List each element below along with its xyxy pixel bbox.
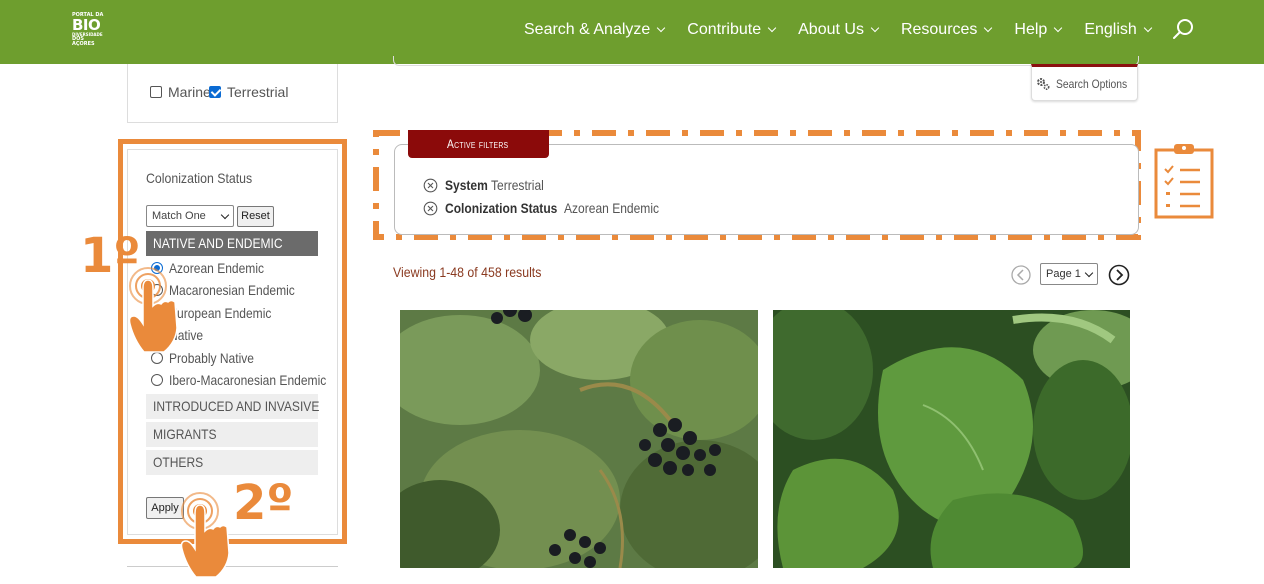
top-navbar: PORTAL DA BIO DIVERSIDADE DOS AÇORES Sea…	[0, 0, 1264, 64]
search-icon[interactable]	[1172, 18, 1194, 40]
filter-value: Terrestrial	[490, 177, 544, 193]
page-select-value: Page 1	[1046, 268, 1081, 280]
chevron-down-icon	[1084, 268, 1094, 278]
menu-label: Contribute	[687, 21, 762, 38]
menu-about-us[interactable]: About Us	[798, 21, 880, 39]
menu-label: Search & Analyze	[524, 21, 651, 38]
results-summary-text: Viewing 1-48 of 458 results	[393, 264, 542, 280]
gear-icon	[1037, 78, 1050, 91]
option-label: Macaronesian Endemic	[169, 282, 295, 298]
option-label: Ibero-Macaronesian Endemic	[169, 372, 327, 388]
previous-page-icon[interactable]	[1011, 265, 1031, 285]
active-filters-tab-label: Active filters	[447, 137, 509, 151]
checkbox-label: Terrestrial	[227, 84, 289, 100]
chevron-down-icon	[1143, 23, 1153, 33]
group-label: OTHERS	[153, 454, 204, 470]
results-summary: Viewing 1-48 of 458 results	[393, 264, 562, 280]
menu-label: Resources	[900, 21, 978, 38]
marine-checkbox[interactable]: Marine	[150, 84, 211, 100]
colonization-status-title: Colonization Status	[146, 170, 253, 186]
chevron-down-icon	[870, 23, 880, 33]
page-select[interactable]: Page 1	[1040, 263, 1098, 285]
menu-language[interactable]: English	[1084, 21, 1153, 39]
filter-key: System	[445, 177, 488, 193]
search-options-label: Search Options	[1056, 77, 1128, 91]
terrestrial-checkbox[interactable]: Terrestrial	[209, 84, 288, 100]
remove-filter-icon[interactable]	[423, 178, 438, 193]
logo-line-2: BIO	[72, 16, 101, 34]
menu-search-analyze[interactable]: Search & Analyze	[524, 21, 666, 39]
option-label: European Endemic	[169, 305, 272, 321]
menu-label: Help	[1014, 21, 1048, 38]
menu-resources[interactable]: Resources	[900, 21, 993, 39]
group-label: INTRODUCED AND INVASIVE	[153, 398, 320, 414]
group-others[interactable]: OTHERS	[146, 450, 318, 475]
active-filter-colonization: Colonization Status Azorean Endemic	[423, 200, 674, 216]
checkbox-box-checked[interactable]	[209, 86, 221, 98]
menu-contribute[interactable]: Contribute	[687, 21, 777, 39]
filter-key: Colonization Status	[445, 200, 558, 216]
species-photo-leaf[interactable]	[773, 310, 1130, 568]
chevron-down-icon	[767, 23, 777, 33]
chevron-down-icon	[984, 23, 993, 33]
logo-line-4: DOS AÇORES	[72, 36, 95, 47]
chevron-down-icon	[657, 23, 666, 33]
chevron-down-icon	[220, 210, 230, 220]
search-card-bottom	[393, 56, 1139, 66]
checkbox-box[interactable]	[150, 86, 162, 98]
group-label: MIGRANTS	[153, 426, 217, 442]
active-filter-system: System Terrestrial	[423, 177, 552, 193]
step-2-label: 2º	[233, 475, 294, 531]
tap-hand-icon	[128, 267, 178, 353]
reset-button[interactable]: Reset	[237, 206, 274, 227]
main-menu: Search & Analyze Contribute About Us Res…	[524, 21, 1153, 39]
radio[interactable]	[151, 374, 163, 386]
site-logo[interactable]: PORTAL DA BIO DIVERSIDADE DOS AÇORES	[72, 13, 108, 49]
next-page-icon[interactable]	[1108, 264, 1130, 286]
remove-filter-icon[interactable]	[423, 201, 438, 216]
match-select[interactable]: Match One	[146, 205, 234, 227]
filter-value: Azorean Endemic	[563, 200, 659, 216]
clipboard-checklist-icon	[1154, 144, 1214, 219]
chevron-down-icon	[1054, 23, 1063, 33]
group-native-endemic[interactable]: NATIVE AND ENDEMIC	[146, 231, 318, 256]
menu-label: About Us	[798, 21, 864, 38]
match-select-value: Match One	[152, 210, 206, 222]
group-introduced-invasive[interactable]: INTRODUCED AND INVASIVE	[146, 394, 320, 419]
species-photo-ivy[interactable]	[400, 310, 758, 568]
group-label: NATIVE AND ENDEMIC	[153, 235, 283, 251]
group-migrants[interactable]: MIGRANTS	[146, 422, 318, 447]
active-filters-tab: Active filters	[408, 130, 549, 158]
tap-hand-icon	[180, 492, 230, 578]
menu-help[interactable]: Help	[1014, 21, 1063, 39]
checkbox-label: Marine	[168, 84, 211, 100]
option-ibero-macaronesian-endemic[interactable]: Ibero-Macaronesian Endemic	[151, 372, 352, 388]
menu-label: English	[1084, 21, 1137, 38]
